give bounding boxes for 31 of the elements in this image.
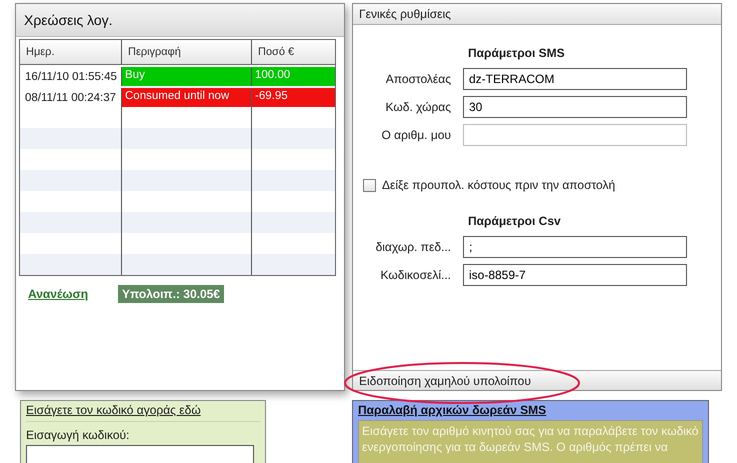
field-label: Εισαγωγή κωδικού: [26,428,130,442]
section-heading: Παράμετροι SMS [468,46,566,60]
checkbox-label: Δείξε προυπολ. κόστους πριν την αποστολή [382,178,616,192]
column-header: Ποσό € [251,40,335,64]
text-field[interactable]: iso-8859-7 [463,264,687,286]
column-header: Ημερ. [25,45,56,60]
panel-title: Γενικές ρυθμίσεις [359,7,451,21]
section-heading: Παράμετροι Csv [468,214,562,228]
balance-badge: Υπολοιπ.: 30.05€ [118,285,224,303]
field-label: Αποστολέας [384,72,451,86]
code-input-field[interactable] [26,445,254,463]
field-label: Κωδικοσελί... [379,268,451,282]
table-cell: -69.95 [251,88,335,107]
column-header: Περιγραφή [121,40,251,64]
text-field[interactable]: dz-TERRACOM [463,68,687,90]
instructions-text: Εισάγετε τον αριθμό κινητού σας για να παραλάβετε τον κωδικό ενεργοποίησης για τα δωρεάν SMS. Ο αριθμός πρέπει να [358,420,703,463]
box-title: Εισάγετε τον κωδικό αγοράς εδώ [26,403,260,422]
section-header[interactable]: Ειδοποίηση χαμηλού υπολοίπου [353,370,721,390]
field-label: Ο αριθμ. μου [380,128,451,142]
panel-title: Χρεώσεις λογ. [24,12,113,28]
table-cell: 08/11/11 00:24:37 [20,86,121,107]
checkbox[interactable] [363,178,376,192]
table-cell: Consumed until now [121,88,251,107]
text-field[interactable]: ; [463,236,687,258]
box-title: Παραλαβή αρχικών δωρεάν SMS [358,403,548,417]
field-label: Κωδ. χώρας [384,100,451,114]
table-cell: 100.00 [251,67,335,86]
field-label: διαχωρ. πεδ... [374,240,451,254]
text-field[interactable]: 30 [463,96,687,118]
refresh-link[interactable]: Ανανέωση [28,287,88,301]
table-cell: Buy [121,67,251,86]
